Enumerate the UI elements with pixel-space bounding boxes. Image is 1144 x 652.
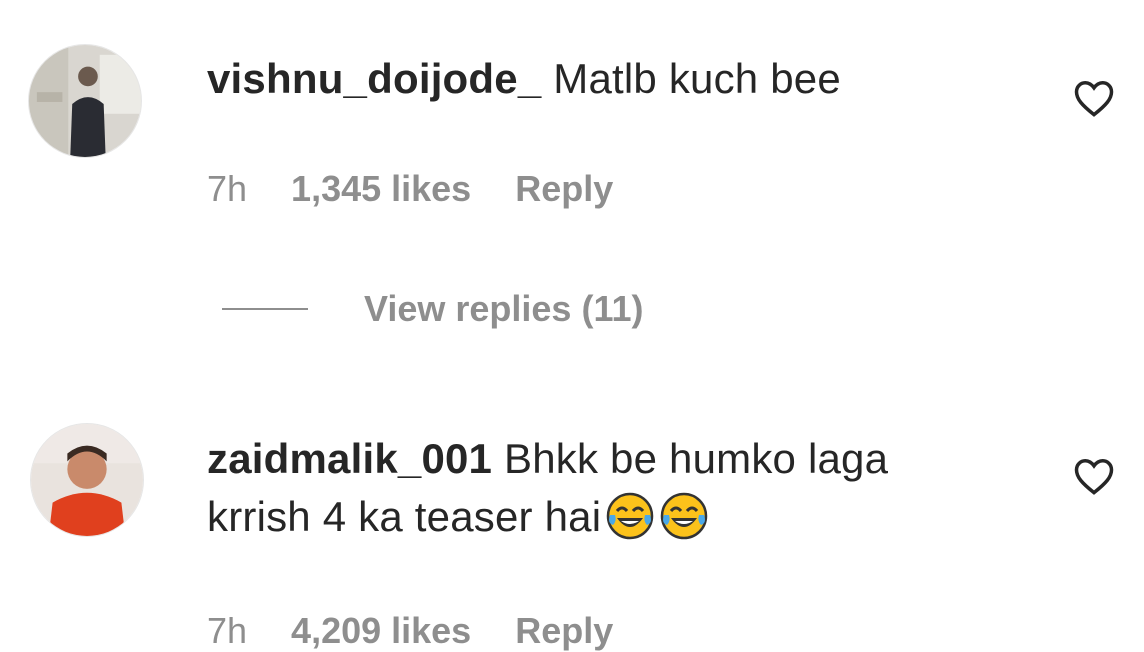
avatar[interactable] [28, 44, 142, 158]
comment-username[interactable]: zaidmalik_001 [207, 435, 492, 482]
comment-time: 7h [207, 610, 248, 651]
comment-meta: 7h 4,209 likes Reply [207, 610, 613, 652]
comment-text: vishnu_doijode_ Matlb kuch bee [207, 50, 841, 108]
face-with-tears-of-joy-icon [605, 491, 655, 541]
view-replies-label: View replies (11) [364, 288, 644, 329]
view-replies-divider [222, 308, 308, 310]
comment-likes[interactable]: 1,345 likes [291, 168, 471, 210]
heart-outline-icon[interactable] [1073, 78, 1115, 118]
comment-likes[interactable]: 4,209 likes [291, 610, 471, 652]
reply-button[interactable]: Reply [515, 168, 613, 210]
comment-username[interactable]: vishnu_doijode_ [207, 55, 541, 102]
avatar[interactable] [30, 423, 144, 537]
user-avatar-photo [29, 45, 141, 157]
face-with-tears-of-joy-icon [659, 491, 709, 541]
comment-item: zaidmalik_001 Bhkk be humko laga krrish … [0, 380, 1144, 651]
comment-item: vishnu_doijode_ Matlb kuch bee 7h 1,345 … [0, 0, 1144, 260]
heart-outline-icon[interactable] [1073, 456, 1115, 496]
comment-time: 7h [207, 168, 248, 209]
comment-body-line1: Bhkk be humko laga [504, 435, 889, 482]
reply-button[interactable]: Reply [515, 610, 613, 652]
comment-meta: 7h 1,345 likes Reply [207, 168, 613, 210]
user-avatar-photo [31, 424, 143, 536]
comment-body-line2: krrish 4 ka teaser hai [207, 493, 602, 540]
comment-body: Matlb kuch bee [553, 55, 841, 102]
view-replies-button[interactable]: View replies (11) [222, 288, 644, 330]
comment-text: zaidmalik_001 Bhkk be humko laga krrish … [207, 430, 888, 546]
